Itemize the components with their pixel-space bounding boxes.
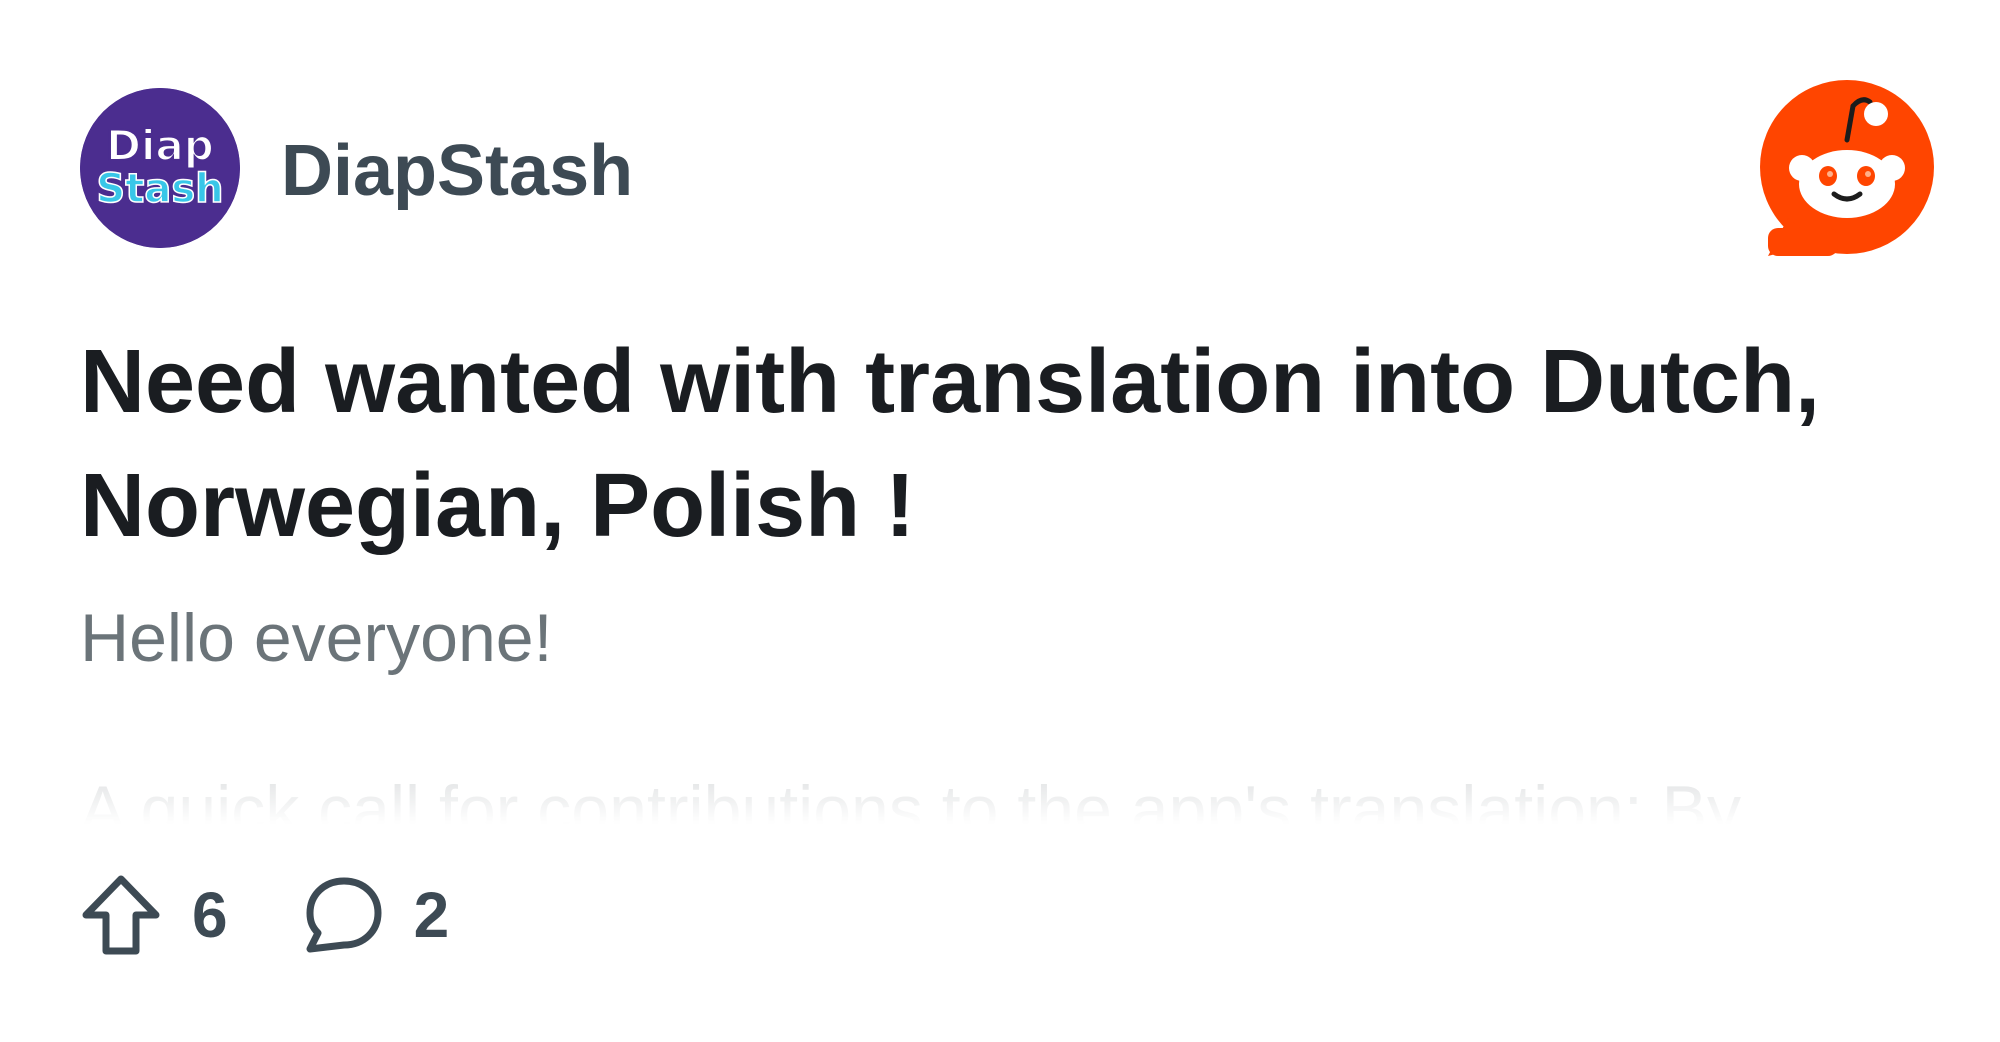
post-body-greeting: Hello everyone! [80,600,553,676]
comment-bubble-icon[interactable] [300,873,384,957]
avatar-text-bottom: Stash [96,166,223,212]
comment-count: 2 [413,879,450,951]
community-name[interactable]: DiapStash [281,131,633,211]
avatar-text-top: Diap [106,121,214,170]
post-title[interactable]: Need wanted with translation into Dutch,… [80,320,1900,568]
post-card[interactable]: Diap Stash DiapStash Need wanted with tr… [0,0,2000,1042]
post-stats: 6 2 [80,870,449,960]
post-body-excerpt: A quick call for contributions to the ap… [80,772,1741,824]
comment-stat[interactable]: 2 [300,873,450,957]
upvote-count: 6 [192,879,228,951]
upvote-stat[interactable]: 6 [80,873,228,957]
reddit-logo-icon[interactable] [1758,78,1936,256]
upvote-arrow-icon[interactable] [80,873,162,957]
diapstash-logo-icon: Diap Stash [80,88,240,248]
community-avatar[interactable]: Diap Stash [80,88,240,248]
